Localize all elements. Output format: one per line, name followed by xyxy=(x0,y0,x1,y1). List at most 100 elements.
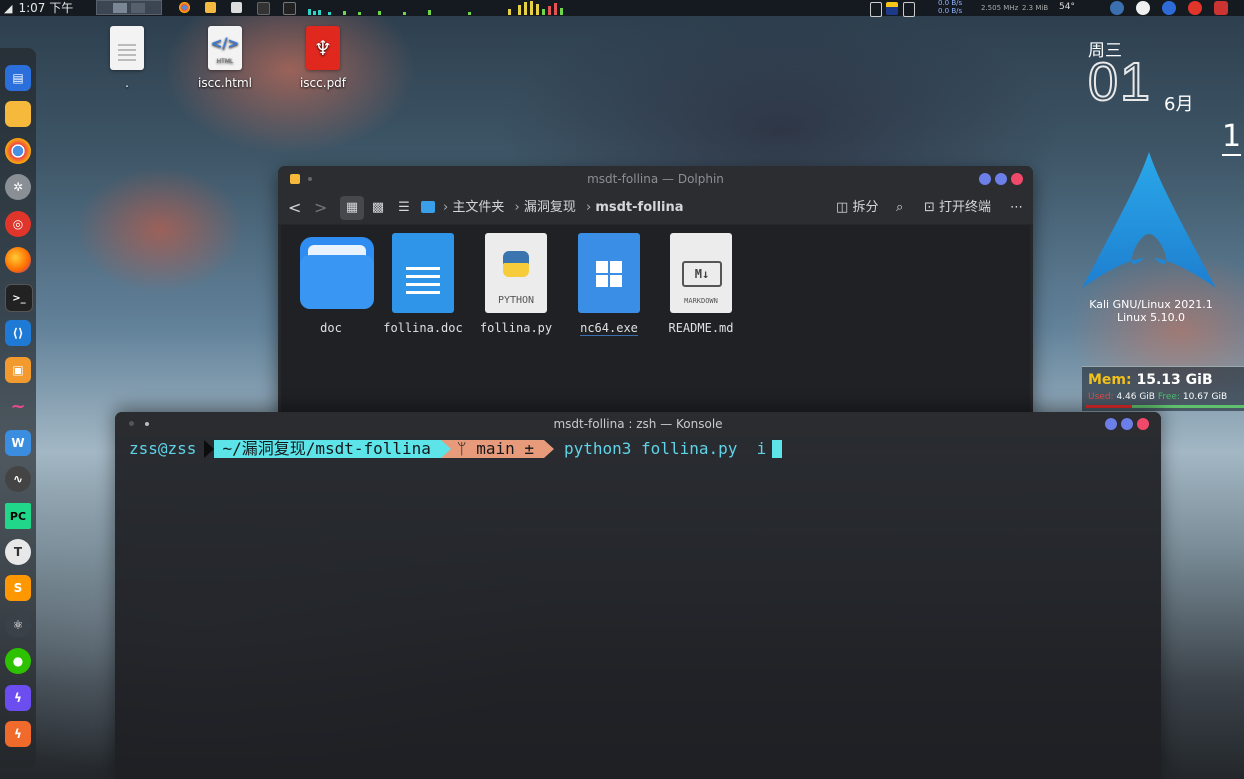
file-item-readme-md[interactable]: M↓ MARKDOWN README.md xyxy=(655,233,747,335)
dock-burp-icon[interactable]: ϟ xyxy=(5,721,31,747)
dolphin-app-icon xyxy=(290,174,300,184)
konsole-title: msdt-follina : zsh — Konsole xyxy=(553,417,723,431)
maximize-button[interactable] xyxy=(995,173,1007,185)
netease-music-icon[interactable] xyxy=(1188,1,1202,15)
memory-free-bar xyxy=(1132,405,1244,408)
dock-pycharm-icon[interactable]: PC xyxy=(5,503,31,529)
file-name: nc64.exe xyxy=(580,321,638,336)
file-item-follina-doc[interactable]: follina.doc xyxy=(377,233,469,335)
typora-task-icon[interactable] xyxy=(231,2,242,13)
net-up-speed: 0.0 B/s xyxy=(938,0,963,7)
notification-icon[interactable] xyxy=(1214,1,1228,15)
dolphin-title: msdt-follina — Dolphin xyxy=(587,172,724,186)
minimize-button[interactable] xyxy=(979,173,991,185)
search-icon[interactable]: ⌕ xyxy=(896,196,903,220)
folder-icon xyxy=(300,233,374,313)
media-play-icon[interactable] xyxy=(1136,1,1150,15)
dock-wireshark-icon[interactable]: ∿ xyxy=(5,466,31,492)
menu-icon[interactable]: ⋯ xyxy=(1010,196,1023,220)
konsole-titlebar[interactable]: msdt-follina : zsh — Konsole xyxy=(115,412,1161,436)
terminal-prompt-line[interactable]: zss@zss ~/漏洞复现/msdt-follina ᛘ main ± pyt… xyxy=(129,439,783,458)
desktop-file-iscc-pdf[interactable]: ♆ iscc.pdf xyxy=(288,26,358,90)
dock-virtualbox-icon[interactable]: ▣ xyxy=(5,357,31,383)
kali-menu-icon[interactable]: ◢ xyxy=(4,2,12,15)
breadcrumb-vuln[interactable]: 漏洞复现 xyxy=(524,200,576,215)
terminal-task-icon[interactable] xyxy=(283,2,296,15)
split-button[interactable]: ◫ 拆分 xyxy=(836,196,878,220)
dock-wechat-icon[interactable]: ● xyxy=(5,648,31,674)
terminal-cursor xyxy=(772,440,783,458)
panel-clock[interactable]: ◢ 1:07 下午 xyxy=(4,0,73,17)
desktop-file-label: iscc.pdf xyxy=(299,76,347,90)
file-item-nc64-exe[interactable]: nc64.exe xyxy=(563,233,655,336)
file-item-follina-py[interactable]: PYTHON follina.py xyxy=(470,233,562,335)
dock-system-icon[interactable]: ✲ xyxy=(5,174,31,200)
swap-icon xyxy=(886,2,898,15)
dolphin-titlebar[interactable]: msdt-follina — Dolphin xyxy=(278,166,1033,192)
chrome-task-icon[interactable] xyxy=(179,2,190,13)
dolphin-window: msdt-follina — Dolphin < > ▦ ▩ ☰ › 主文件夹 … xyxy=(278,166,1033,416)
file-name: README.md xyxy=(668,321,734,335)
dock-files-icon[interactable] xyxy=(5,101,31,127)
icons-view-icon[interactable]: ▦ xyxy=(340,196,364,220)
pin-icon[interactable] xyxy=(308,177,312,181)
minimize-button[interactable] xyxy=(1105,418,1117,430)
dock-sublime-icon[interactable]: S xyxy=(5,575,31,601)
files-task-icon[interactable] xyxy=(205,2,216,13)
dock-power-icon[interactable]: ϟ xyxy=(5,685,31,711)
dock-app-launcher-icon[interactable]: ▤ xyxy=(5,65,31,91)
back-icon[interactable]: < xyxy=(288,196,301,220)
document-icon xyxy=(392,233,454,313)
forward-icon[interactable]: > xyxy=(314,196,327,220)
compact-view-icon[interactable]: ▩ xyxy=(366,196,390,220)
app-task-icon[interactable] xyxy=(257,2,270,15)
dock-electron-icon[interactable]: ⚛ xyxy=(5,612,31,638)
file-name: doc xyxy=(320,321,342,335)
prompt-user-host: zss@zss xyxy=(129,439,197,458)
battery-icon xyxy=(870,2,882,17)
git-branch-icon: ᛘ xyxy=(456,439,467,458)
application-dock: ▤ ✲ ◎ >_ ⟨⟩ ▣ ~ W ∿ PC T S ⚛ ● ϟ ϟ xyxy=(0,48,36,768)
home-folder-icon[interactable] xyxy=(421,201,435,213)
open-terminal-button[interactable]: ⊡ 打开终端 xyxy=(924,196,991,220)
pager-desktop-1[interactable] xyxy=(113,3,127,13)
month: 6月 xyxy=(1164,94,1194,115)
python-file-icon: PYTHON xyxy=(485,233,547,313)
cpu-freq: 2.505 MHz xyxy=(981,4,1019,12)
pdf-file-icon: ♆ xyxy=(306,26,340,70)
desktop-file-dot[interactable]: . xyxy=(92,26,162,90)
memory-widget: Mem: 15.13 GiB Used: 4.46 GiB Free: 10.6… xyxy=(1082,366,1244,411)
terminal-icon: ⊡ xyxy=(924,200,935,215)
virtual-desktop-pager[interactable] xyxy=(96,0,162,15)
dock-firefox-icon[interactable] xyxy=(5,247,31,273)
desktop-file-iscc-html[interactable]: </> HTML iscc.html xyxy=(190,26,260,90)
arch-logo-icon xyxy=(1082,152,1216,288)
dock-vscode-icon[interactable]: ⟨⟩ xyxy=(5,320,31,346)
details-view-icon[interactable]: ☰ xyxy=(392,196,416,220)
disk-icon xyxy=(903,2,915,17)
dock-wps-icon[interactable]: W xyxy=(5,430,31,456)
terminal-command: python3 follina.py i xyxy=(563,439,767,458)
maximize-button[interactable] xyxy=(1121,418,1133,430)
breadcrumb: › 主文件夹 › 漏洞复现 › msdt-follina xyxy=(443,200,684,215)
pager-desktop-2[interactable] xyxy=(131,3,145,13)
desktop-file-label: . xyxy=(125,76,129,90)
pin-icon[interactable] xyxy=(145,422,149,426)
dock-netease-music-icon[interactable]: ◎ xyxy=(5,211,31,237)
prompt-git-branch: ᛘ main ± xyxy=(450,439,544,458)
dock-typora-icon[interactable]: T xyxy=(5,539,31,565)
top-panel: ◢ 1:07 下午 0.0 B/s 0.0 B/s 2.505 MHz 2.3 M… xyxy=(0,0,1244,17)
file-item-doc[interactable]: doc xyxy=(285,233,377,335)
baidu-icon[interactable] xyxy=(1162,1,1176,15)
breadcrumb-home[interactable]: 主文件夹 xyxy=(452,200,504,215)
breadcrumb-current[interactable]: msdt-follina xyxy=(595,200,683,215)
close-button[interactable] xyxy=(1137,418,1149,430)
dock-chrome-icon[interactable] xyxy=(5,138,31,164)
net-down-speed: 0.0 B/s xyxy=(938,7,963,15)
settings-icon[interactable] xyxy=(1110,1,1124,15)
dock-terminal-icon[interactable]: >_ xyxy=(5,284,33,312)
system-info: Kali GNU/Linux 2021.1 Linux 5.10.0 xyxy=(1076,298,1226,324)
dock-kali-dragon-icon[interactable]: ~ xyxy=(5,393,31,419)
markdown-file-icon: M↓ MARKDOWN xyxy=(670,233,732,313)
close-button[interactable] xyxy=(1011,173,1023,185)
